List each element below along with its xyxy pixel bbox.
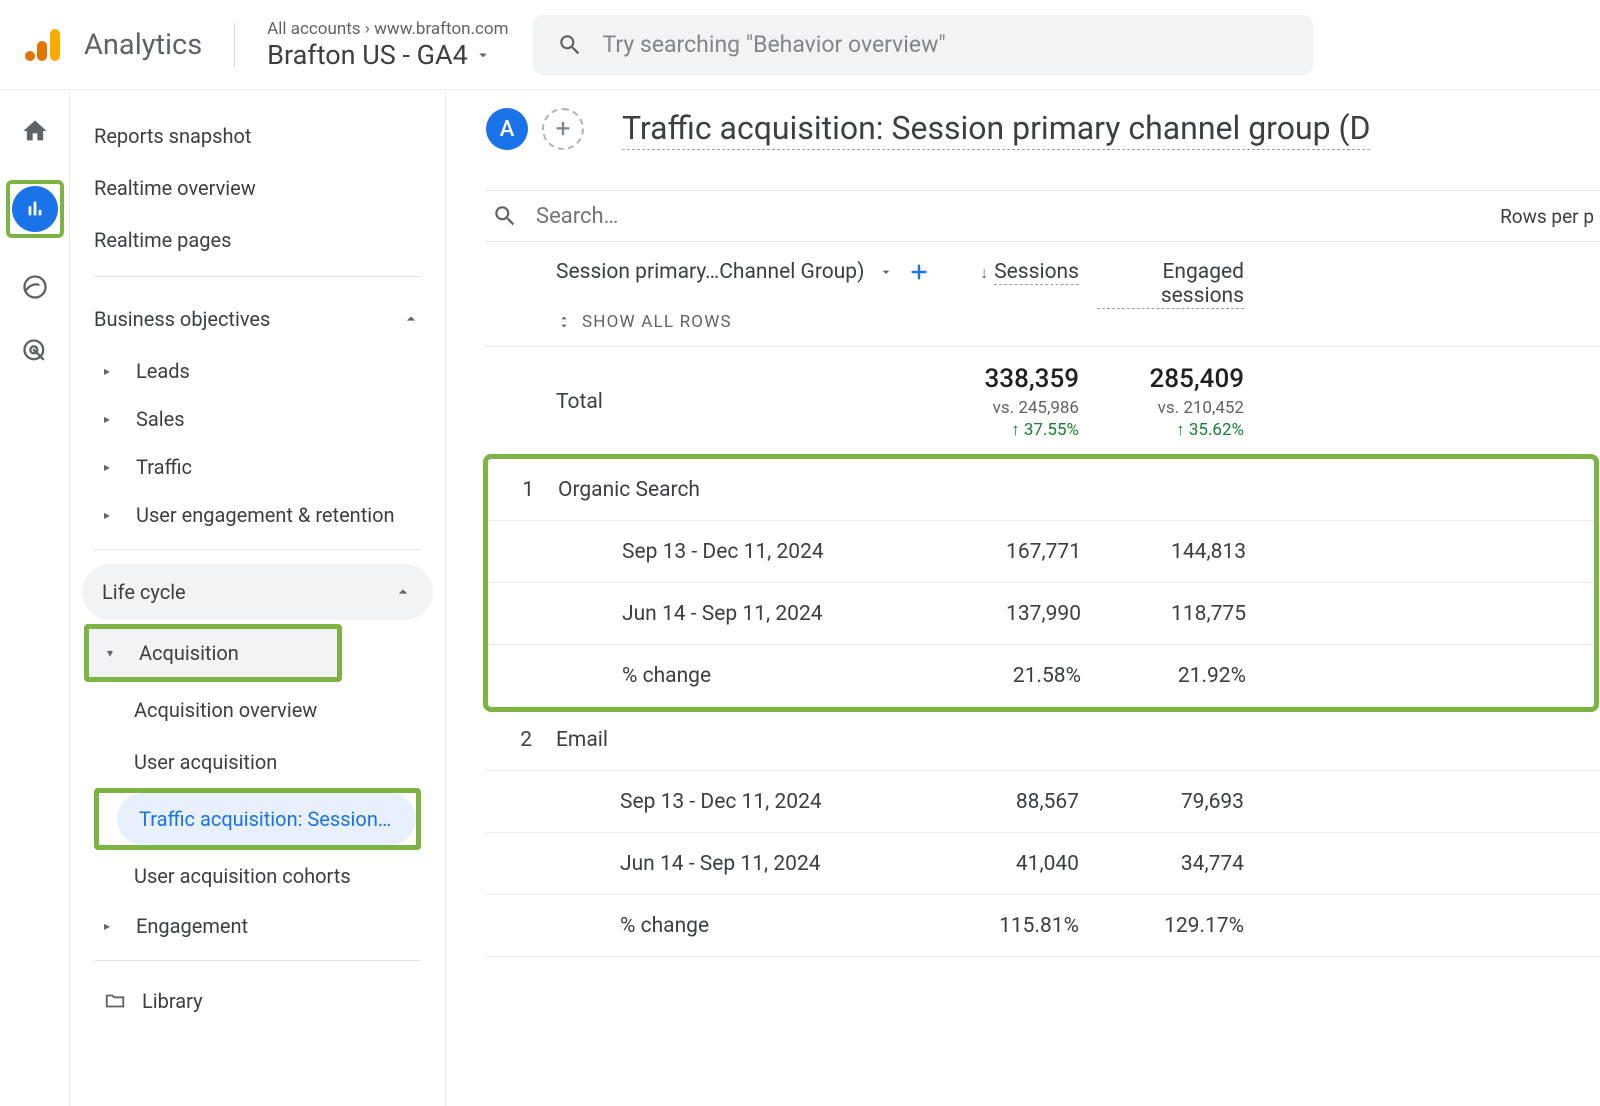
date-range-1: Sep 13 - Dec 11, 2024 [558,540,934,564]
advertising-icon[interactable] [20,336,50,366]
nav-engagement[interactable]: ▸Engagement [94,902,421,950]
table-toolbar: Rows per p [486,191,1600,242]
pct-change: % change [558,664,934,688]
add-comparison-button[interactable]: + [542,108,584,150]
nav-leads[interactable]: ▸Leads [94,347,421,395]
nav-user-acquisition[interactable]: User acquisition [134,736,421,788]
side-nav: Reports snapshot Realtime overview Realt… [70,90,446,1106]
row-index: 1 [494,478,558,502]
chevron-up-icon [401,309,421,329]
total-label: Total [556,390,932,414]
expand-icon [556,314,572,330]
nav-library[interactable]: Library [94,975,421,1013]
total-sessions: 338,359 [932,364,1079,394]
section-life-cycle[interactable]: Life cycle [82,564,433,620]
chevron-up-icon [393,582,413,602]
explore-icon[interactable] [20,272,50,302]
nav-acq-overview[interactable]: Acquisition overview [134,684,421,736]
top-bar: Analytics All accounts › www.brafton.com… [0,0,1600,90]
channel-name[interactable]: Email [556,728,932,752]
nav-reports-snapshot[interactable]: Reports snapshot [94,110,421,162]
nav-acquisition[interactable]: ▾Acquisition [89,629,337,677]
nav-sales[interactable]: ▸Sales [94,395,421,443]
row-1-highlight: 1 Organic Search Sep 13 - Dec 11, 202416… [488,459,1594,707]
date-range-2: Jun 14 - Sep 11, 2024 [558,602,934,626]
nav-realtime-overview[interactable]: Realtime overview [94,162,421,214]
logo-block: Analytics [24,25,202,65]
search-bar[interactable]: Try searching "Behavior overview" [533,15,1313,75]
filter-bubble-a[interactable]: A [486,108,528,150]
channel-name[interactable]: Organic Search [558,478,934,502]
row-index: 2 [492,728,556,752]
caret-down-icon [474,46,492,64]
nav-realtime-pages[interactable]: Realtime pages [94,214,421,266]
table-search-input[interactable] [536,204,836,229]
nav-traffic[interactable]: ▸Traffic [94,443,421,491]
nav-user-acq-cohorts[interactable]: User acquisition cohorts [134,850,421,902]
totals-row: Total 338,359 vs. 245,986 ↑ 37.55% 285,4… [486,347,1600,457]
dimension-selector[interactable]: Session primary…Channel Group) [556,260,932,284]
separator [94,960,421,961]
page-title[interactable]: Traffic acquisition: Session primary cha… [622,109,1370,150]
analytics-logo-icon [24,25,64,65]
account-breadcrumb: All accounts › www.brafton.com [267,19,508,39]
reports-icon[interactable] [12,186,58,232]
nav-rail [0,90,70,1106]
search-icon [492,203,518,229]
separator [94,276,421,277]
search-placeholder: Try searching "Behavior overview" [603,31,946,58]
account-selector[interactable]: All accounts › www.brafton.com Brafton U… [267,19,508,71]
sort-down-icon: ↓ [980,263,988,282]
folder-icon [104,990,126,1012]
total-engaged: 285,409 [1097,364,1244,394]
divider [234,23,235,67]
separator [94,549,421,550]
col-sessions[interactable]: ↓Sessions [932,260,1097,285]
account-name: Brafton US - GA4 [267,39,468,71]
reports-nav-highlight [6,180,64,238]
table-row: 2 Email [486,709,1600,771]
report-table: Rows per p Session primary…Channel Group… [486,190,1600,957]
nav-traffic-acquisition[interactable]: Traffic acquisition: Session… [117,793,416,845]
caret-down-icon [878,264,894,280]
home-icon[interactable] [20,116,50,146]
plus-icon[interactable] [908,261,930,283]
product-name: Analytics [84,28,202,62]
nav-user-engagement[interactable]: ▸User engagement & retention [94,491,421,539]
show-all-rows-button[interactable]: SHOW ALL ROWS [556,312,932,332]
rows-per-label: Rows per p [1500,205,1594,228]
table-header: Session primary…Channel Group) SHOW ALL … [486,242,1600,347]
main-content: A + Traffic acquisition: Session primary… [446,90,1600,1106]
search-icon [557,32,583,58]
col-engaged-sessions[interactable]: Engaged sessions [1097,260,1262,309]
section-business-objectives[interactable]: Business objectives [94,291,421,347]
